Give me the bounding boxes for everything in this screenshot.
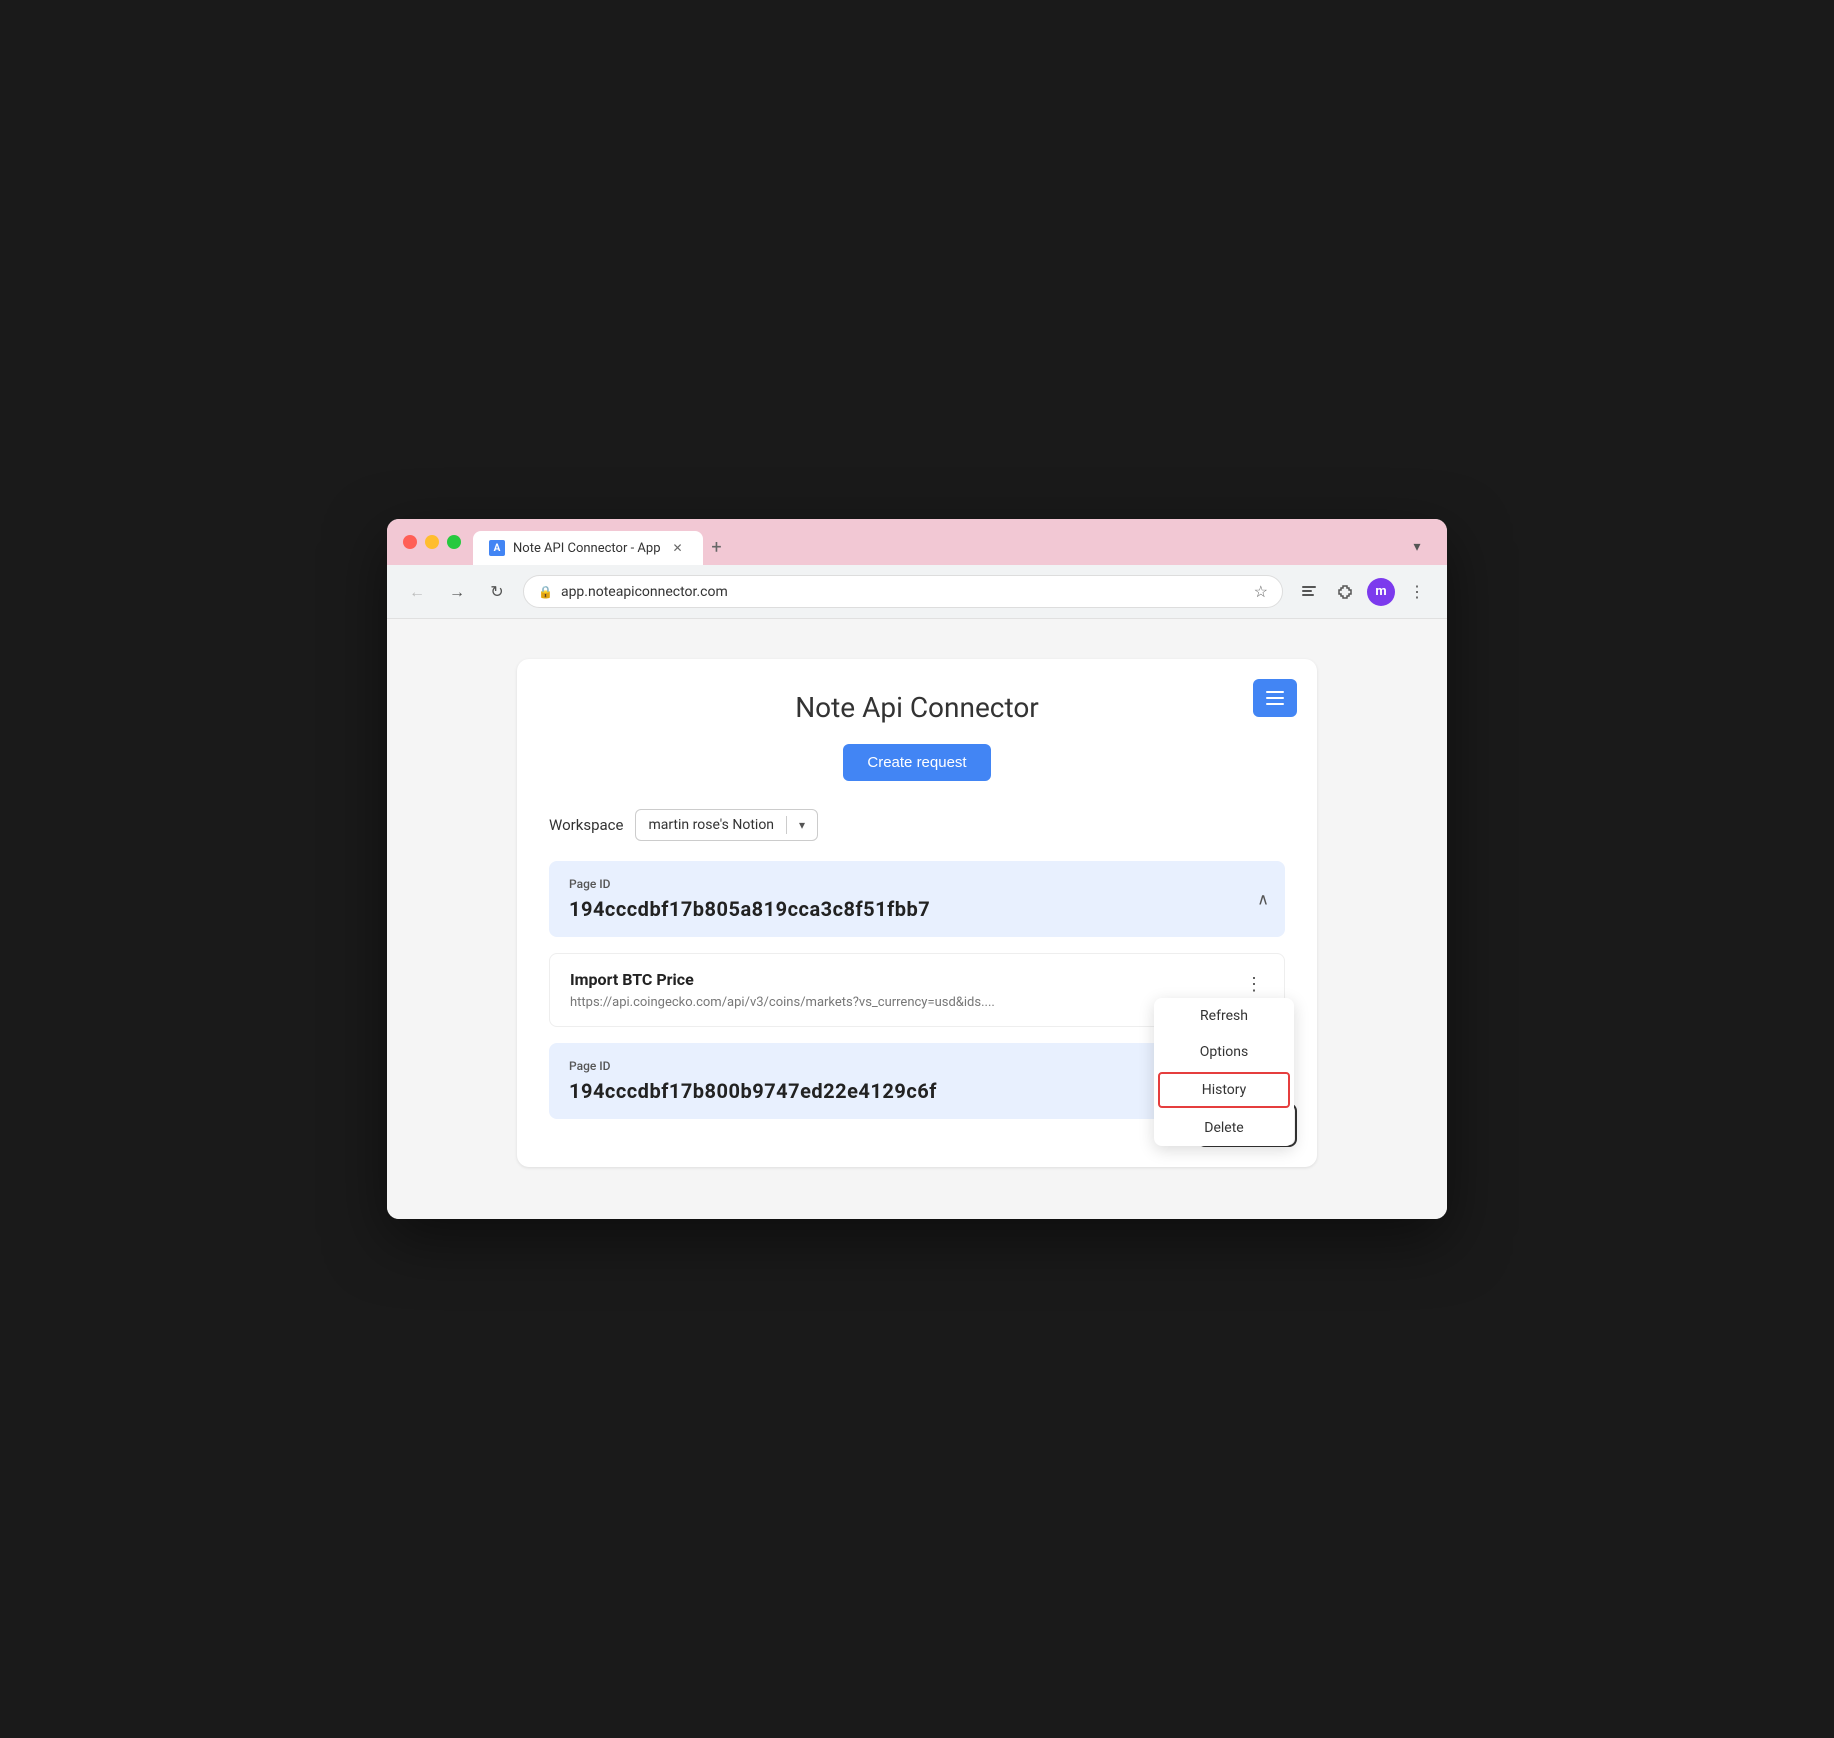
page-id-card-1[interactable]: Page ID 194cccdbf17b805a819cca3c8f51fbb7… xyxy=(549,861,1285,937)
new-tab-button[interactable]: + xyxy=(703,533,731,561)
url-bar[interactable]: 🔒 app.noteapiconnector.com ☆ xyxy=(523,575,1283,608)
minimize-button[interactable] xyxy=(425,535,439,549)
create-request-button[interactable]: Create request xyxy=(843,744,990,781)
page-id-label-1: Page ID xyxy=(569,877,1265,891)
extensions-button[interactable] xyxy=(1331,578,1359,606)
url-text: app.noteapiconnector.com xyxy=(561,584,1246,600)
import-section: Import BTC Price https://api.coingecko.c… xyxy=(549,953,1285,1027)
reader-mode-button[interactable] xyxy=(1295,578,1323,606)
import-title: Import BTC Price xyxy=(570,970,1264,989)
back-button[interactable]: ← xyxy=(403,578,431,606)
bookmark-icon[interactable]: ☆ xyxy=(1254,582,1268,601)
menu-line-2 xyxy=(1266,697,1284,699)
workspace-label: Workspace xyxy=(549,816,623,834)
workspace-chevron-icon: ▾ xyxy=(799,818,805,832)
context-menu-options[interactable]: Options xyxy=(1154,1034,1294,1070)
menu-line-3 xyxy=(1266,703,1284,705)
more-options-button[interactable]: ⋮ xyxy=(1403,578,1431,606)
reload-button[interactable]: ↻ xyxy=(483,578,511,606)
workspace-select[interactable]: martin rose's Notion ▾ xyxy=(635,809,818,841)
close-button[interactable] xyxy=(403,535,417,549)
user-avatar[interactable]: m xyxy=(1367,578,1395,606)
lock-icon: 🔒 xyxy=(538,585,553,599)
active-tab[interactable]: A Note API Connector - App ✕ xyxy=(473,531,703,565)
context-menu-refresh[interactable]: Refresh xyxy=(1154,998,1294,1034)
tab-close-button[interactable]: ✕ xyxy=(669,539,687,557)
tab-expand-button[interactable]: ▾ xyxy=(1403,533,1431,561)
traffic-lights xyxy=(403,535,461,561)
tab-title: Note API Connector - App xyxy=(513,541,661,556)
maximize-button[interactable] xyxy=(447,535,461,549)
workspace-divider xyxy=(786,816,787,834)
page-id-value-1: 194cccdbf17b805a819cca3c8f51fbb7 xyxy=(569,897,1265,921)
tabs-row: A Note API Connector - App ✕ + ▾ xyxy=(473,531,1431,565)
title-bar: A Note API Connector - App ✕ + ▾ xyxy=(387,519,1447,565)
app-card: Note Api Connector Create request Worksp… xyxy=(517,659,1317,1167)
context-menu: Refresh Options History Delete xyxy=(1154,998,1294,1146)
workspace-row: Workspace martin rose's Notion ▾ xyxy=(549,809,1285,841)
workspace-select-value: martin rose's Notion xyxy=(648,817,774,833)
hamburger-menu-button[interactable] xyxy=(1253,679,1297,717)
menu-line-1 xyxy=(1266,691,1284,693)
app-title: Note Api Connector xyxy=(549,691,1285,724)
browser-window: A Note API Connector - App ✕ + ▾ ← → ↻ 🔒… xyxy=(387,519,1447,1219)
more-options-dots[interactable]: ⋮ xyxy=(1240,970,1268,998)
context-menu-delete[interactable]: Delete xyxy=(1154,1110,1294,1146)
card-chevron-icon-1: ∧ xyxy=(1257,890,1269,909)
forward-button[interactable]: → xyxy=(443,578,471,606)
tab-favicon: A xyxy=(489,540,505,556)
page-content: Note Api Connector Create request Worksp… xyxy=(387,619,1447,1219)
browser-actions: m ⋮ xyxy=(1295,578,1431,606)
address-bar: ← → ↻ 🔒 app.noteapiconnector.com ☆ m xyxy=(387,565,1447,619)
context-menu-history[interactable]: History xyxy=(1158,1072,1290,1108)
